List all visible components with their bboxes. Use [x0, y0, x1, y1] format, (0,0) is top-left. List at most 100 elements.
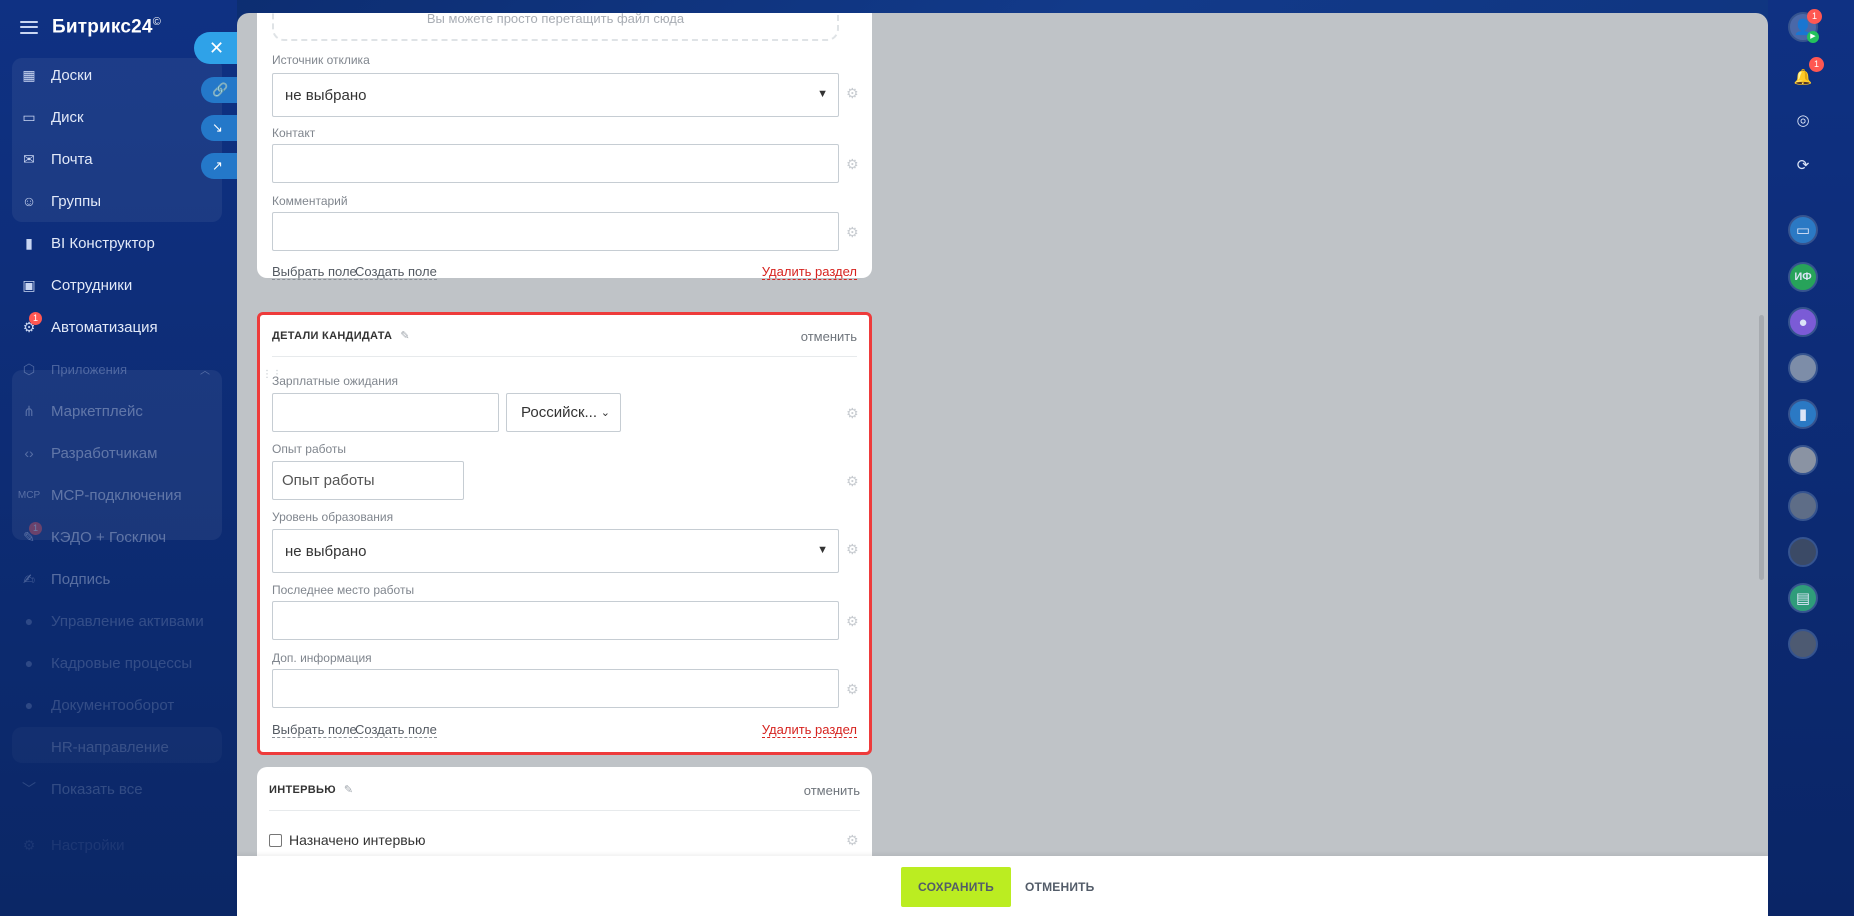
section-divider: [272, 356, 857, 357]
chat-avatar-1[interactable]: ▭: [1788, 215, 1818, 245]
copy-link-button[interactable]: 🔗: [201, 77, 237, 103]
delete-section-link[interactable]: Удалить раздел: [761, 264, 857, 280]
chat-avatar-initials[interactable]: ИФ: [1788, 262, 1818, 292]
gear-icon[interactable]: ⚙: [846, 832, 859, 849]
chat-avatar-2[interactable]: ●: [1788, 307, 1818, 337]
panel-scrollbar[interactable]: [1759, 315, 1764, 580]
comment-input[interactable]: [272, 212, 839, 251]
gear-icon[interactable]: ⚙: [846, 613, 859, 630]
sidebar-item-employees[interactable]: ▣ Сотрудники: [20, 270, 220, 300]
mail-icon: ✉: [23, 150, 35, 167]
code-icon: ‹›: [24, 445, 34, 461]
sidebar-item-disk[interactable]: ▭ Диск: [20, 102, 220, 132]
file-dropzone[interactable]: Вы можете просто перетащить файл сюда: [272, 13, 839, 41]
chat-avatar-5[interactable]: [1788, 491, 1818, 521]
chat-avatar-7[interactable]: ▤: [1788, 583, 1818, 613]
gear-icon[interactable]: ⚙: [846, 85, 859, 102]
sidebar-item-mail[interactable]: ✉ Почта: [20, 144, 220, 174]
field-label-last-job: Последнее место работы: [272, 583, 415, 597]
interview-scheduled-checkbox[interactable]: [269, 833, 282, 847]
bell-icon: 🔔: [1793, 69, 1813, 86]
chat-avatar-6[interactable]: [1788, 537, 1818, 567]
section-cancel-link[interactable]: отменить: [804, 783, 860, 798]
sidebar-item-label: Кадровые процессы: [51, 654, 193, 672]
experience-input[interactable]: Опыт работы: [272, 461, 464, 500]
external-link-icon: ↗: [212, 158, 223, 173]
groups-icon: ☺: [21, 193, 37, 209]
source-select[interactable]: не выбрано ▼: [272, 73, 839, 117]
gear-icon[interactable]: ⚙: [846, 224, 859, 241]
gear-icon[interactable]: ⚙: [846, 156, 859, 173]
bi-icon: ▮: [25, 234, 33, 251]
assets-icon: ●: [24, 613, 34, 629]
close-slider-button[interactable]: ✕: [194, 32, 242, 64]
sidebar-item-boards[interactable]: ▦ Доски: [20, 60, 220, 90]
sidebar-item-kedo[interactable]: ✎ 1 КЭДО + Госключ: [20, 522, 220, 552]
create-field-link[interactable]: Создать поле: [355, 264, 437, 280]
sidebar-item-show-all[interactable]: ﹀ Показать все: [20, 774, 220, 804]
pencil-icon[interactable]: ✎: [400, 329, 410, 342]
gear-icon[interactable]: ⚙: [846, 541, 859, 558]
sidebar-item-groups[interactable]: ☺ Группы: [20, 186, 220, 216]
sidebar-item-apps[interactable]: ⬡ Приложения ︿: [20, 354, 220, 384]
notification-badge: 1: [29, 522, 42, 535]
sidebar-item-hr-processes[interactable]: ● Кадровые процессы: [20, 648, 220, 678]
chat-avatar-4[interactable]: [1788, 445, 1818, 475]
choose-field-link[interactable]: Выбрать поле: [272, 264, 357, 280]
field-label-extra: Доп. информация: [272, 651, 372, 665]
sidebar-item-assets[interactable]: ● Управление активами: [20, 606, 220, 636]
contact-input[interactable]: [272, 144, 839, 183]
notifications-badge: 1: [1809, 57, 1824, 72]
extra-info-input[interactable]: [272, 669, 839, 708]
choose-field-link[interactable]: Выбрать поле: [272, 722, 357, 738]
section-title: ИНТЕРВЬЮ ✎: [269, 783, 354, 797]
notifications-button[interactable]: 🔔 1: [1788, 57, 1824, 92]
chat-button[interactable]: ⟳: [1788, 150, 1818, 180]
section-cancel-link[interactable]: отменить: [801, 329, 857, 344]
marketplace-icon: ⋔: [23, 402, 35, 419]
delete-section-link[interactable]: Удалить раздел: [761, 722, 857, 738]
sidebar-item-marketplace[interactable]: ⋔ Маркетплейс: [20, 396, 220, 426]
open-new-window-button[interactable]: ↗: [201, 153, 237, 179]
cancel-button[interactable]: ОТМЕНИТЬ: [1025, 867, 1095, 907]
kedo-icon: ✎ 1: [20, 522, 42, 546]
left-sidebar: Битрикс24© ▦ Доски ▭ Диск ✉ Почта ☺ Груп…: [0, 0, 237, 916]
field-label-salary: Зарплатные ожидания: [272, 374, 399, 388]
create-field-link[interactable]: Создать поле: [355, 722, 437, 738]
gear-icon[interactable]: ⚙: [846, 681, 859, 698]
gear-icon[interactable]: ⚙: [846, 405, 859, 422]
chevron-down-icon: ﹀: [22, 781, 36, 797]
sidebar-item-label: Приложения: [51, 361, 128, 377]
interview-scheduled-row[interactable]: Назначено интервью: [269, 832, 425, 848]
sidebar-item-developers[interactable]: ‹› Разработчикам: [20, 438, 220, 468]
dropzone-text: Вы можете просто перетащить файл сюда: [426, 13, 685, 26]
currency-select[interactable]: Российск... ⌄: [506, 393, 621, 432]
gear-icon[interactable]: ⚙: [846, 473, 859, 490]
copilot-button[interactable]: ◎: [1788, 105, 1818, 135]
sidebar-item-settings[interactable]: ⚙ Настройки: [20, 830, 220, 860]
field-label-experience: Опыт работы: [272, 442, 347, 456]
chevron-down-icon: ▼: [817, 544, 828, 556]
salary-input[interactable]: [272, 393, 499, 432]
chevron-down-icon: ⌄: [600, 407, 610, 419]
education-select[interactable]: не выбрано ▼: [272, 529, 839, 573]
sidebar-header: Битрикс24©: [20, 14, 161, 40]
sidebar-item-bi[interactable]: ▮ BI Конструктор: [20, 228, 220, 258]
pencil-icon[interactable]: ✎: [344, 783, 354, 796]
sidebar-item-label: Показать все: [51, 780, 143, 798]
sidebar-item-mcp[interactable]: MCP MCP-подключения: [18, 480, 220, 510]
chat-avatar-bookmark[interactable]: ▮: [1788, 399, 1818, 429]
minimize-button[interactable]: ↘: [201, 115, 237, 141]
sidebar-item-label: Группы: [51, 192, 101, 210]
chat-avatar-3[interactable]: [1788, 353, 1818, 383]
logo[interactable]: Битрикс24©: [52, 16, 161, 38]
last-job-input[interactable]: [272, 601, 839, 640]
menu-icon[interactable]: [20, 20, 38, 34]
sidebar-item-automation[interactable]: ⚙ 1 Автоматизация: [20, 312, 220, 342]
save-button[interactable]: СОХРАНИТЬ: [901, 867, 1011, 907]
sidebar-item-sign[interactable]: ✍ Подпись: [20, 564, 220, 594]
chat-avatar-8[interactable]: [1788, 629, 1818, 659]
profile-avatar[interactable]: 👤 1 ▶: [1788, 9, 1822, 43]
sidebar-item-docflow[interactable]: ● Документооборот: [20, 690, 220, 720]
sidebar-item-hr-direction[interactable]: HR-направление: [20, 732, 220, 762]
